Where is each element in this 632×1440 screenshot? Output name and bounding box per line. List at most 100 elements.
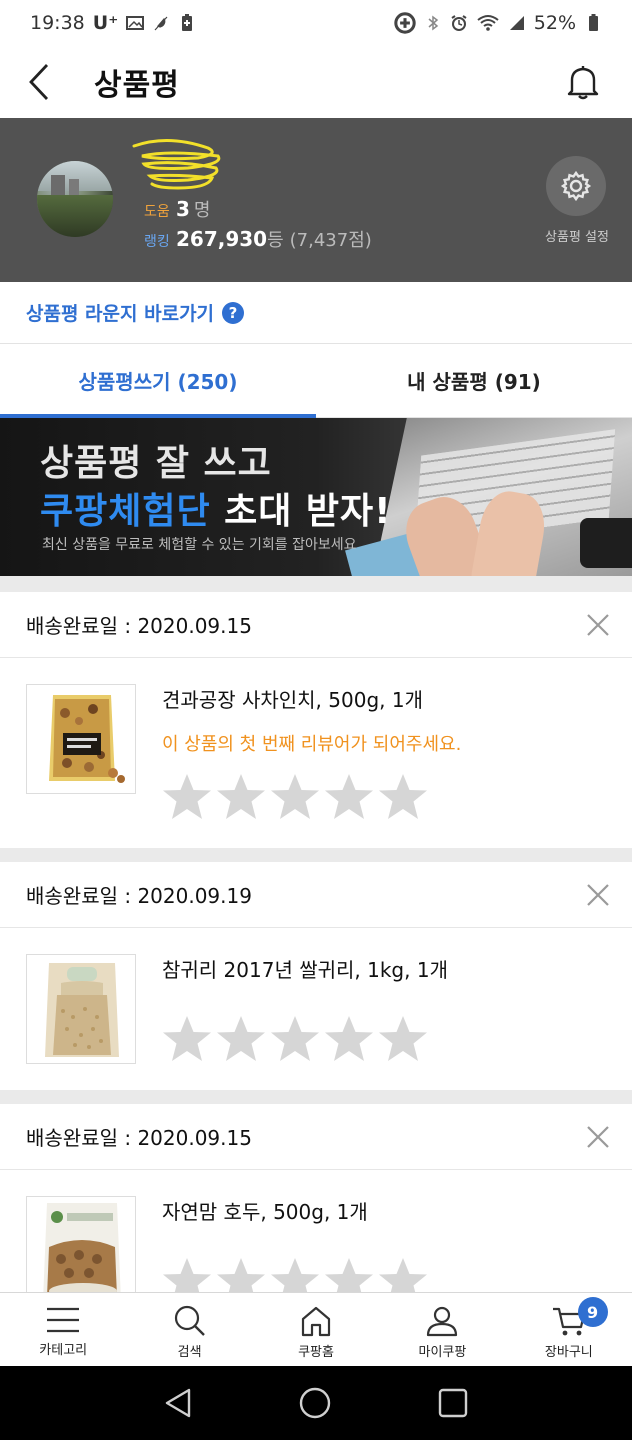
star-icon[interactable] [216,772,266,822]
star-icon[interactable] [162,772,212,822]
status-right: 52% [394,12,602,34]
star-icon[interactable] [270,1014,320,1064]
product-image [49,695,125,783]
signal-icon [509,16,524,30]
close-icon[interactable] [584,881,612,909]
banner-subtext: 최신 상품을 무료로 체험할 수 있는 기회를 잡아보세요 [42,537,357,553]
back-triangle-icon[interactable] [163,1387,193,1419]
section-divider [0,848,632,862]
review-settings-button[interactable] [546,156,606,216]
section-divider [0,576,632,592]
rank-points: (7,437점) [289,230,372,251]
tab-my-reviews[interactable]: 내 상품평 (91) [316,344,632,417]
order-card: 배송완료일 : 2020.09.15 견과공장 사차인치, 500g, 1개 이… [0,592,632,848]
star-icon[interactable] [216,1014,266,1064]
banner-headline-1: 상품평 잘 쓰고 [40,443,272,484]
lounge-link-label: 상품평 라운지 바로가기 [26,303,215,325]
banner-headline-2: 쿠팡체험단 초대 받자! [40,482,392,534]
nav-label: 검색 [177,1345,202,1360]
data-saver-icon [394,12,416,34]
user-icon [427,1306,458,1337]
nav-home[interactable]: 쿠팡홈 [253,1293,379,1366]
close-icon[interactable] [584,611,612,639]
search-icon [174,1305,205,1336]
delivery-date: 배송완료일 : 2020.09.15 [26,1126,252,1150]
battery-percent: 52% [533,12,576,34]
review-tabs: 상품평쓰기 (250) 내 상품평 (91) [0,344,632,418]
product-name[interactable]: 견과공장 사차인치, 500g, 1개 [162,684,423,713]
delivery-date: 배송완료일 : 2020.09.19 [26,884,252,908]
order-card-header: 배송완료일 : 2020.09.15 [0,592,632,658]
star-icon[interactable] [270,1256,320,1292]
banner-highlight: 쿠팡체험단 [40,491,211,532]
back-button[interactable] [4,46,74,118]
product-thumbnail[interactable] [26,954,136,1064]
star-icon[interactable] [162,1014,212,1064]
star-icon[interactable] [324,772,374,822]
star-icon[interactable] [378,1256,428,1292]
tab-write-review[interactable]: 상품평쓰기 (250) [0,344,316,418]
app-header: 상품평 [0,46,632,118]
first-reviewer-message: 이 상품의 첫 번째 리뷰어가 되어주세요. [162,734,462,755]
cart-count-badge: 9 [577,1297,608,1327]
avatar[interactable] [37,161,113,237]
recents-square-icon[interactable] [437,1387,469,1419]
nav-category[interactable]: 카테고리 [0,1293,126,1366]
star-icon[interactable] [162,1256,212,1292]
star-icon[interactable] [378,1014,428,1064]
review-settings-label: 상품평 설정 [545,230,609,245]
nav-search[interactable]: 검색 [126,1293,252,1366]
product-thumbnail[interactable] [26,1196,136,1292]
bottom-navigation: 카테고리 검색 쿠팡홈 마이쿠팡 장바구니 9 [0,1292,632,1366]
alarm-icon [451,15,467,31]
system-navigation-bar [0,1366,632,1440]
nav-label: 장바구니 [544,1345,593,1360]
status-left: 19:38 U⁺ [30,12,196,34]
star-icon[interactable] [324,1014,374,1064]
wifi-icon [477,15,499,31]
help-unit: 명 [193,200,211,221]
menu-icon [47,1307,80,1333]
back-arrow-icon [29,64,49,100]
close-icon[interactable] [584,1123,612,1151]
delivery-date: 배송완료일 : 2020.09.15 [26,614,252,638]
star-rating[interactable] [162,772,428,822]
product-image [45,963,119,1057]
star-icon[interactable] [324,1256,374,1292]
help-label: 도움 [144,204,170,220]
feather-icon [154,16,168,31]
order-card-header: 배송완료일 : 2020.09.19 [0,862,632,928]
bell-icon [567,66,599,100]
home-circle-icon[interactable] [298,1386,332,1420]
notification-button[interactable] [560,59,606,105]
review-lounge-link[interactable]: 상품평 라운지 바로가기 ? [0,282,632,344]
redacted-name-scribble [132,138,221,190]
nav-cart[interactable]: 장바구니 9 [506,1293,632,1366]
product-name[interactable]: 자연맘 호두, 500g, 1개 [162,1196,368,1225]
help-question-icon[interactable]: ? [222,301,245,324]
section-divider [0,1090,632,1104]
battery-save-icon [182,14,193,31]
star-icon[interactable] [378,772,428,822]
star-rating[interactable] [162,1256,428,1292]
star-icon[interactable] [270,772,320,822]
product-image [43,1203,121,1292]
image-icon [126,16,145,30]
order-card: 배송완료일 : 2020.09.19 참귀리 2017년 쌀귀리, 1kg, 1… [0,862,632,1090]
page-title: 상품평 [94,68,180,103]
nav-my-coupang[interactable]: 마이쿠팡 [379,1293,505,1366]
ranking-row: 랭킹 267,930 등 (7,437점) [144,226,372,252]
bluetooth-icon [428,15,438,31]
status-bar: 19:38 U⁺ 52% [0,0,632,46]
rank-unit: 등 [267,230,284,251]
product-thumbnail[interactable] [26,684,136,794]
star-rating[interactable] [162,1014,428,1064]
home-icon [301,1306,331,1337]
nav-label: 카테고리 [39,1343,88,1358]
order-card-body: 견과공장 사차인치, 500g, 1개 이 상품의 첫 번째 리뷰어가 되어주세… [0,658,632,848]
gear-icon [560,170,592,202]
nav-label: 쿠팡홈 [298,1345,334,1360]
star-icon[interactable] [216,1256,266,1292]
product-name[interactable]: 참귀리 2017년 쌀귀리, 1kg, 1개 [162,954,448,983]
experience-group-banner[interactable]: 상품평 잘 쓰고 쿠팡체험단 초대 받자! 최신 상품을 무료로 체험할 수 있… [0,418,632,576]
